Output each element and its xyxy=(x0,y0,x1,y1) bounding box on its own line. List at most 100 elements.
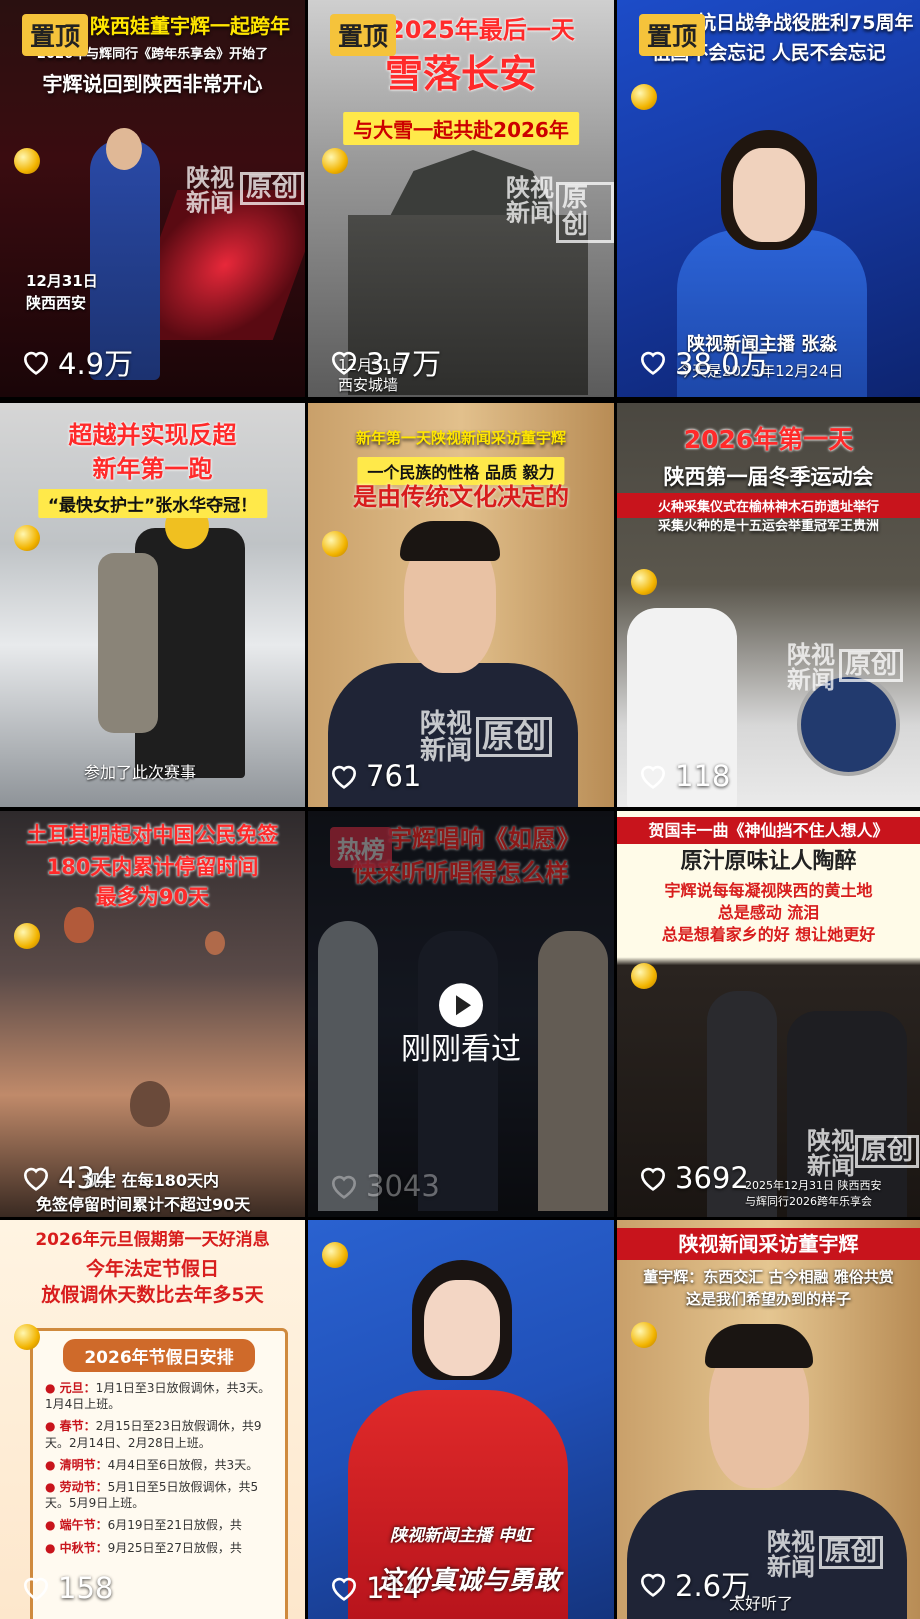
video-caption: 180天内累计停留时间 xyxy=(46,855,259,879)
video-caption: 一个民族的性格 品质 毅力 xyxy=(357,457,565,485)
like-count: 3692 xyxy=(637,1161,749,1195)
holiday-name: ● 元旦： xyxy=(45,1381,96,1395)
video-grid: 置顶 陕西娃董宇辉一起跨年 2026年与辉同行《跨年乐享会》开始了 宇辉说回到陕… xyxy=(0,0,920,1619)
video-caption: 是由传统文化决定的 xyxy=(353,483,569,511)
sticker-icon xyxy=(322,1242,348,1268)
video-caption: 与大雪一起共赴2026年 xyxy=(343,112,579,145)
holiday-row: ● 端午节：6月19日至21日放假，共 xyxy=(45,1517,277,1533)
video-caption: 火种采集仪式在榆林神木石峁遗址举行 xyxy=(617,493,920,518)
holiday-name: ● 劳动节： xyxy=(45,1479,108,1494)
like-count: 434 xyxy=(20,1161,113,1195)
video-caption: 原汁原味让人陶醉 xyxy=(680,849,857,874)
like-count: 158 xyxy=(20,1571,113,1605)
heart-icon xyxy=(24,351,48,375)
holiday-row: ● 元旦：1月1日至3日放假调休，共3天。1月4日上班。 xyxy=(45,1380,277,1412)
recently-watched-label: 刚刚看过 xyxy=(401,1032,521,1067)
holiday-name: ● 春节： xyxy=(45,1419,96,1434)
holiday-detail: 9月25日至27日放假，共 xyxy=(107,1540,242,1555)
video-caption: “最快女护士”张水华夺冠！ xyxy=(37,489,268,518)
play-icon[interactable] xyxy=(439,983,483,1028)
like-count: 3043 xyxy=(328,1169,440,1203)
watermark: 陕视 新闻 xyxy=(186,164,234,218)
sticker-icon xyxy=(14,525,40,551)
video-footer-text: 陕西西安 xyxy=(26,294,87,312)
video-caption: 新年第一天陕视新闻采访董宇辉 xyxy=(355,429,566,447)
like-count: 38.0万 xyxy=(637,341,769,383)
video-caption: 总是想着家乡的好 想让她更好 xyxy=(661,925,876,944)
heart-icon xyxy=(641,765,665,789)
heart-icon xyxy=(332,765,356,789)
balloon xyxy=(64,907,94,943)
video-card[interactable]: 热榜 宇辉唱响《如愿》 快来听听唱得怎么样 刚刚看过 3043 xyxy=(308,811,614,1217)
like-count: 3.7万 xyxy=(328,341,441,383)
holiday-detail: 6月19日至21日放假，共 xyxy=(107,1518,242,1533)
video-card[interactable]: 置顶 陕西娃董宇辉一起跨年 2026年与辉同行《跨年乐享会》开始了 宇辉说回到陕… xyxy=(0,0,305,397)
sticker-icon xyxy=(14,1324,40,1350)
heart-icon xyxy=(641,1573,665,1597)
sticker-icon xyxy=(631,84,657,110)
heart-icon xyxy=(332,1577,356,1601)
sticker-icon xyxy=(631,569,657,595)
like-count: 761 xyxy=(328,759,421,793)
sticker-icon xyxy=(14,923,40,949)
sticker-icon xyxy=(631,1322,657,1348)
sticker-icon xyxy=(322,531,348,557)
video-caption: 土耳其明起对中国公民免签 xyxy=(26,823,279,847)
video-caption: 今年法定节假日 xyxy=(85,1258,219,1280)
heart-icon xyxy=(641,1167,665,1191)
video-caption: 新年第一跑 xyxy=(92,455,213,483)
watermark: 陕视 新闻 xyxy=(767,1528,815,1582)
sticker-icon xyxy=(322,148,348,174)
video-caption: 贺国丰一曲《神仙挡不住人想人》 xyxy=(617,817,920,845)
video-footer-text: 2025年12月31日 陕西西安 xyxy=(745,1179,882,1192)
video-footer-text: 与辉同行2026跨年乐享会 xyxy=(745,1195,872,1208)
video-card[interactable]: 贺国丰一曲《神仙挡不住人想人》 原汁原味让人陶醉 宇辉说每每凝视陕西的黄土地 总… xyxy=(617,811,920,1217)
watermark: 陕视 新闻 xyxy=(420,709,473,767)
watermark: 陕视 新闻 xyxy=(787,641,835,695)
video-card[interactable]: 2026年第一天 陕西第一届冬季运动会 火种采集仪式在榆林神木石峁遗址举行 采集… xyxy=(617,403,920,807)
video-card[interactable]: 置顶 2025年最后一天 雪落长安 与大雪一起共赴2026年 陕视 新闻 原创 1… xyxy=(308,0,614,397)
like-count: 2.6万 xyxy=(637,1563,750,1605)
sticker-icon xyxy=(14,148,40,174)
watermark: 陕视 新闻 xyxy=(506,174,554,228)
video-caption: 采集火种的是十五运会举重冠军王贵洲 xyxy=(657,519,879,534)
video-caption: 宇辉说每每凝视陕西的黄土地 xyxy=(664,881,873,900)
sticker-icon xyxy=(631,963,657,989)
video-card[interactable]: 置顶 抗日战争战役胜利75周年 祖国不会忘记 人民不会忘记 陕视新闻主播 张淼 … xyxy=(617,0,920,397)
pinned-badge: 置顶 xyxy=(639,14,706,56)
video-caption: 雪落长安 xyxy=(384,52,537,96)
video-caption: 这是我们希望办到的样子 xyxy=(685,1290,851,1308)
video-card[interactable]: 2026年元旦假期第一天好消息 今年法定节假日 放假调休天数比去年多5天 202… xyxy=(0,1220,305,1619)
holiday-row: ● 劳动节：5月1日至5日放假调休，共5天。5月9日上班。 xyxy=(45,1479,277,1511)
video-caption: 放假调休天数比去年多5天 xyxy=(41,1284,264,1306)
holiday-row: ● 中秋节：9月25日至27日放假，共 xyxy=(45,1540,277,1556)
video-card[interactable]: 土耳其明起对中国公民免签 180天内累计停留时间 最多为90天 规定 在每180… xyxy=(0,811,305,1217)
video-caption: 陕西娃董宇辉一起跨年 xyxy=(90,14,290,38)
table-title: 2026年节假日安排 xyxy=(63,1339,255,1372)
holiday-row: ● 清明节：4月4日至6日放假，共3天。 xyxy=(45,1457,277,1473)
watermark: 陕视 新闻 xyxy=(807,1127,855,1181)
heart-icon xyxy=(332,1175,356,1199)
video-caption: 2026年元旦假期第一天好消息 xyxy=(35,1230,270,1250)
pinned-badge: 置顶 xyxy=(22,14,89,56)
holiday-detail: 4月4日至6日放假，共3天。 xyxy=(107,1457,259,1472)
video-card[interactable]: 陕视新闻采访董宇辉 董宇辉：东西交汇 古今相融 雅俗共赏 这是我们希望办到的样子… xyxy=(617,1220,920,1619)
heart-icon xyxy=(24,1167,48,1191)
video-caption: 陕视新闻采访董宇辉 xyxy=(617,1228,920,1260)
holiday-name: ● 中秋节： xyxy=(45,1540,108,1555)
video-card[interactable]: 超越并实现反超 新年第一跑 “最快女护士”张水华夺冠！ 参加了此次赛事 xyxy=(0,403,305,807)
holiday-row: ● 春节：2月15日至23日放假调休，共9天。2月14日、2月28日上班。 xyxy=(45,1418,277,1450)
video-caption: 宇辉说回到陕西非常开心 xyxy=(42,72,263,96)
video-card[interactable]: 新年第一天陕视新闻采访董宇辉 一个民族的性格 品质 毅力 是由传统文化决定的 陕… xyxy=(308,403,614,807)
video-caption: 抗日战争战役胜利75周年 xyxy=(697,12,914,34)
like-count: 114 xyxy=(328,1571,421,1605)
heart-icon xyxy=(332,351,356,375)
video-footer-text: 参加了此次赛事 xyxy=(84,763,197,782)
holiday-name: ● 清明节： xyxy=(45,1457,108,1472)
video-caption: 陕视新闻主播 申虹 xyxy=(390,1526,532,1546)
like-count: 4.9万 xyxy=(20,341,133,383)
video-caption: 总是感动 流泪 xyxy=(717,903,820,922)
video-caption: 2026年第一天 xyxy=(683,425,854,454)
video-card[interactable]: 陕视新闻主播 申虹 这份真诚与勇敢 114 xyxy=(308,1220,614,1619)
video-caption: 最多为90天 xyxy=(95,885,210,909)
